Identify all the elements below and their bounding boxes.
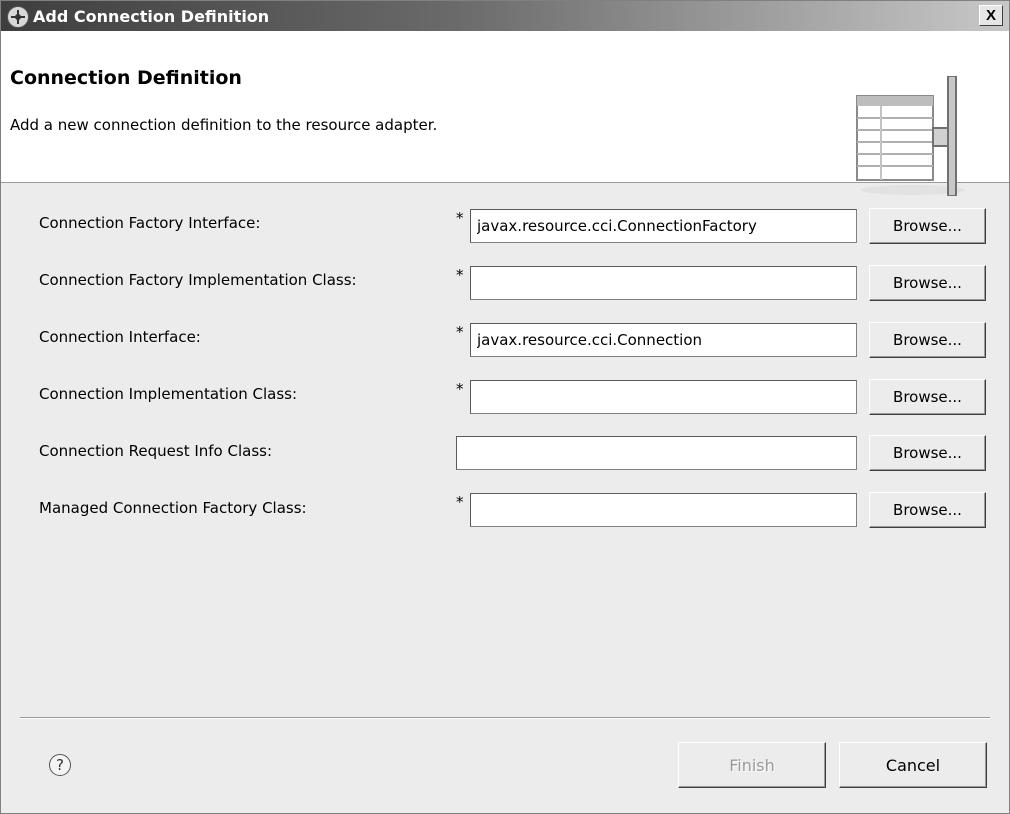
browse-connection-implementation-class-button[interactable]: Browse... — [869, 379, 986, 415]
connection-interface-input[interactable] — [470, 323, 857, 357]
close-icon: X — [986, 7, 997, 24]
connection-factory-interface-label: Connection Factory Interface: — [39, 214, 261, 232]
window-title: Add Connection Definition — [33, 7, 270, 26]
required-marker: * — [456, 323, 464, 341]
page-title: Connection Definition — [10, 67, 242, 89]
connection-factory-implementation-class-input[interactable] — [470, 266, 857, 300]
connection-request-info-class-input[interactable] — [456, 436, 857, 470]
connection-factory-implementation-class-label: Connection Factory Implementation Class: — [39, 271, 357, 289]
connection-implementation-class-input[interactable] — [470, 380, 857, 414]
connection-factory-interface-input[interactable] — [470, 209, 857, 243]
close-button[interactable]: X — [979, 5, 1003, 26]
managed-connection-factory-class-input[interactable] — [470, 493, 857, 527]
page-description: Add a new connection definition to the r… — [10, 116, 438, 134]
footer-separator — [20, 717, 990, 719]
managed-connection-factory-class-label: Managed Connection Factory Class: — [39, 499, 307, 517]
connection-implementation-class-label: Connection Implementation Class: — [39, 385, 298, 403]
required-marker: * — [456, 493, 464, 511]
required-marker: * — [456, 266, 464, 284]
finish-button[interactable]: Finish — [678, 742, 826, 788]
help-icon[interactable]: ? — [49, 754, 71, 776]
table-plug-icon — [856, 76, 965, 196]
add-connection-definition-dialog: Add Connection Definition X Connection D… — [0, 0, 1010, 814]
required-marker: * — [456, 209, 464, 227]
browse-connection-factory-interface-button[interactable]: Browse... — [869, 208, 986, 244]
browse-connection-factory-implementation-class-button[interactable]: Browse... — [869, 265, 986, 301]
required-marker: * — [456, 380, 464, 398]
wizard-banner: Connection Definition Add a new connecti… — [1, 31, 1009, 196]
browse-connection-interface-button[interactable]: Browse... — [869, 322, 986, 358]
cancel-button[interactable]: Cancel — [839, 742, 987, 788]
browse-connection-request-info-class-button[interactable]: Browse... — [869, 435, 986, 471]
connection-request-info-class-label: Connection Request Info Class: — [39, 442, 273, 460]
browse-managed-connection-factory-class-button[interactable]: Browse... — [869, 492, 986, 528]
connection-interface-label: Connection Interface: — [39, 328, 201, 346]
app-icon — [7, 6, 29, 28]
title-bar: Add Connection Definition X — [1, 1, 1009, 31]
